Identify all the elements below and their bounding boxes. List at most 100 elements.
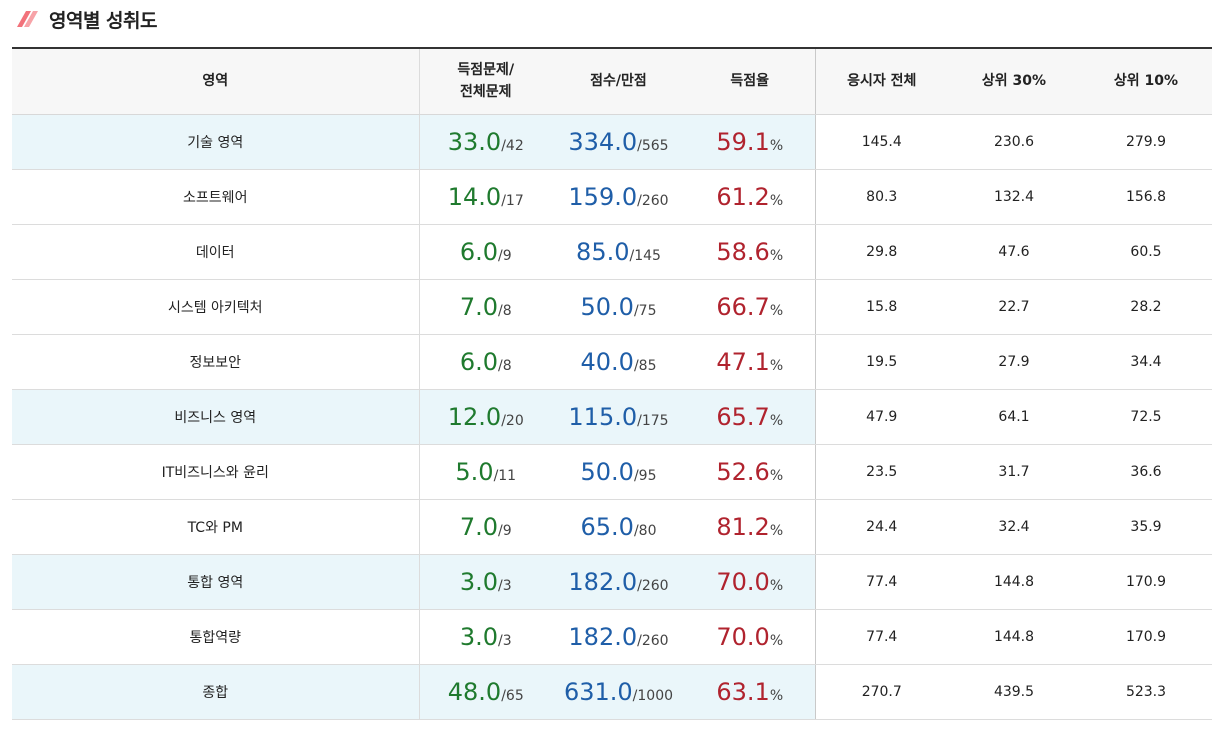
top30-average: 230.6 (948, 114, 1080, 170)
header-top30: 상위 30% (948, 47, 1080, 115)
score-cell: 334.0/565 (552, 114, 685, 170)
score-value: 631.0 (563, 677, 633, 706)
score-cell: 115.0/175 (552, 389, 685, 445)
percent-sign: % (769, 412, 784, 429)
top10-average: 156.8 (1080, 169, 1212, 225)
correct-cell: 3.0/3 (419, 609, 552, 665)
correct-cell: 3.0/3 (419, 554, 552, 610)
correct-cell: 7.0/8 (419, 279, 552, 335)
top10-average: 34.4 (1080, 334, 1212, 390)
percent-sign: % (769, 302, 784, 319)
table-row: IT비즈니스와 윤리 5.0/11 50.0/95 52.6% 23.5 31.… (12, 444, 1212, 500)
score-value: 182.0 (568, 567, 638, 596)
total-questions: /20 (501, 412, 524, 429)
rate-value: 61.2 (716, 182, 770, 211)
all-average: 80.3 (815, 169, 948, 225)
header-area: 영역 (12, 47, 420, 115)
all-average: 29.8 (815, 224, 948, 280)
max-score: /75 (633, 302, 657, 319)
score-value: 50.0 (580, 457, 634, 486)
score-cell: 182.0/260 (552, 609, 685, 665)
area-name: 종합 (12, 664, 420, 720)
header-score: 점수/만점 (552, 47, 685, 115)
max-score: /95 (633, 467, 657, 484)
area-name: 통합역량 (12, 609, 420, 665)
max-score: /145 (629, 247, 661, 264)
total-questions: /3 (498, 632, 512, 649)
max-score: /175 (637, 412, 669, 429)
max-score: /260 (637, 632, 669, 649)
top30-average: 31.7 (948, 444, 1080, 500)
correct-count: 33.0 (447, 127, 502, 156)
rate-value: 70.0 (716, 622, 770, 651)
score-cell: 159.0/260 (552, 169, 685, 225)
header-all: 응시자 전체 (815, 47, 948, 115)
correct-count: 7.0 (459, 512, 499, 541)
table-row: 데이터 6.0/9 85.0/145 58.6% 29.8 47.6 60.5 (12, 224, 1212, 280)
all-average: 270.7 (815, 664, 948, 720)
percent-sign: % (769, 687, 784, 704)
total-questions: /17 (501, 192, 524, 209)
total-questions: /8 (498, 302, 512, 319)
correct-count: 6.0 (459, 237, 499, 266)
table-row: TC와 PM 7.0/9 65.0/80 81.2% 24.4 32.4 35.… (12, 499, 1212, 555)
all-average: 77.4 (815, 554, 948, 610)
header-correct-line2: 전체문제 (459, 84, 512, 101)
rate-cell: 58.6% (685, 224, 816, 280)
area-name: 시스템 아키텍처 (12, 279, 420, 335)
top10-average: 28.2 (1080, 279, 1212, 335)
score-cell: 50.0/75 (552, 279, 685, 335)
top10-average: 72.5 (1080, 389, 1212, 445)
score-value: 182.0 (568, 622, 638, 651)
rate-cell: 59.1% (685, 114, 816, 170)
all-average: 24.4 (815, 499, 948, 555)
score-cell: 40.0/85 (552, 334, 685, 390)
score-cell: 182.0/260 (552, 554, 685, 610)
top10-average: 36.6 (1080, 444, 1212, 500)
score-value: 40.0 (580, 347, 634, 376)
score-cell: 50.0/95 (552, 444, 685, 500)
table-row: 비즈니스 영역 12.0/20 115.0/175 65.7% 47.9 64.… (12, 389, 1212, 445)
total-questions: /9 (498, 522, 512, 539)
rate-value: 47.1 (716, 347, 770, 376)
rate-cell: 70.0% (685, 554, 816, 610)
correct-cell: 5.0/11 (419, 444, 552, 500)
all-average: 145.4 (815, 114, 948, 170)
table-row: 통합역량 3.0/3 182.0/260 70.0% 77.4 144.8 17… (12, 609, 1212, 665)
top30-average: 32.4 (948, 499, 1080, 555)
rate-cell: 47.1% (685, 334, 816, 390)
area-name: 기술 영역 (12, 114, 420, 170)
score-value: 334.0 (568, 127, 638, 156)
table-row: 기술 영역 33.0/42 334.0/565 59.1% 145.4 230.… (12, 114, 1212, 170)
percent-sign: % (769, 577, 784, 594)
header-rate: 득점율 (685, 47, 816, 115)
percent-sign: % (769, 137, 784, 154)
top10-average: 60.5 (1080, 224, 1212, 280)
correct-count: 7.0 (459, 292, 499, 321)
correct-cell: 7.0/9 (419, 499, 552, 555)
area-name: 소프트웨어 (12, 169, 420, 225)
rate-value: 52.6 (716, 457, 770, 486)
total-questions: /65 (501, 687, 524, 704)
max-score: /1000 (632, 687, 674, 704)
header-top10: 상위 10% (1080, 47, 1212, 115)
rate-value: 65.7 (716, 402, 770, 431)
percent-sign: % (769, 192, 784, 209)
area-name: 비즈니스 영역 (12, 389, 420, 445)
area-name: TC와 PM (12, 499, 420, 555)
rate-cell: 52.6% (685, 444, 816, 500)
total-questions: /9 (498, 247, 512, 264)
header-correct: 득점문제/ 전체문제 (419, 47, 552, 115)
rate-cell: 65.7% (685, 389, 816, 445)
correct-count: 48.0 (447, 677, 502, 706)
achievement-table: 영역 득점문제/ 전체문제 점수/만점 득점율 응시자 전체 상위 30% 상위… (12, 47, 1212, 720)
header-correct-line1: 득점문제/ (457, 62, 515, 79)
correct-cell: 48.0/65 (419, 664, 552, 720)
area-name: 정보보안 (12, 334, 420, 390)
correct-count: 3.0 (459, 567, 499, 596)
score-value: 65.0 (580, 512, 634, 541)
score-value: 115.0 (568, 402, 638, 431)
table-row: 통합 영역 3.0/3 182.0/260 70.0% 77.4 144.8 1… (12, 554, 1212, 610)
correct-cell: 12.0/20 (419, 389, 552, 445)
all-average: 77.4 (815, 609, 948, 665)
